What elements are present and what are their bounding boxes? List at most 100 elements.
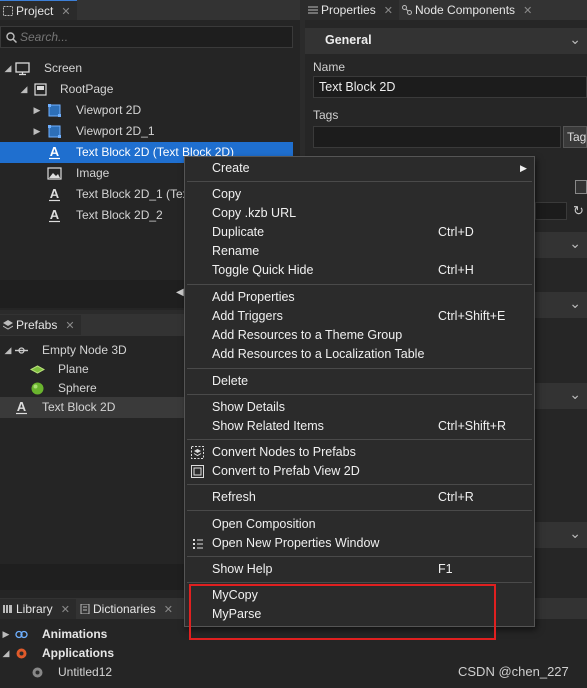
menu-item-label: Rename	[212, 244, 260, 258]
menu-item-delete[interactable]: Delete	[185, 372, 534, 391]
close-icon[interactable]: ✕	[384, 5, 393, 17]
menu-item-open-composition[interactable]: Open Composition	[185, 515, 534, 534]
library-item-label: Applications	[42, 646, 115, 660]
general-section-header[interactable]: General ⌄	[305, 28, 587, 54]
close-icon[interactable]: ✕	[61, 6, 70, 18]
menu-item-add-properties[interactable]: Add Properties	[185, 288, 534, 307]
expand-arrow-icon[interactable]: ◢	[3, 340, 13, 361]
library-icon	[3, 605, 12, 613]
menu-item-refresh[interactable]: Refresh Ctrl+R	[185, 488, 534, 507]
tab-properties-label: Properties	[321, 3, 376, 17]
properties-toggle-icon[interactable]	[575, 180, 587, 194]
menu-separator	[187, 284, 532, 285]
expand-arrow-icon[interactable]: ◢	[1, 643, 11, 664]
prefab-item-text-block-2d[interactable]: A Text Block 2D	[0, 397, 185, 418]
horizontal-scrollbar[interactable]	[0, 280, 184, 308]
menu-item-show-related-items[interactable]: Show Related Items Ctrl+Shift+R	[185, 417, 534, 436]
close-icon[interactable]: ✕	[164, 604, 173, 616]
chevron-down-icon[interactable]: ⌄	[569, 295, 581, 312]
menu-item-show-details[interactable]: Show Details	[185, 398, 534, 417]
menu-item-duplicate[interactable]: Duplicate Ctrl+D	[185, 223, 534, 242]
menu-item-label: Toggle Quick Hide	[212, 263, 314, 277]
menu-item-convert-to-prefab-view-2d[interactable]: Convert to Prefab View 2D	[185, 462, 534, 481]
tab-dictionaries-label: Dictionaries	[93, 602, 156, 616]
menu-item-open-new-properties-window[interactable]: Open New Properties Window	[185, 534, 534, 553]
tree-item-image[interactable]: Image	[0, 163, 185, 184]
prefab-item-sphere[interactable]: Sphere	[0, 378, 185, 399]
collapsed-section-3[interactable]: ⌄	[535, 383, 587, 409]
chevron-down-icon[interactable]: ⌄	[569, 31, 581, 48]
menu-item-shortcut: Ctrl+Shift+R	[438, 419, 507, 433]
menu-item-label: Add Triggers	[212, 309, 283, 323]
prefab-item-empty-node-3d[interactable]: ◢ Empty Node 3D	[0, 340, 185, 361]
prefab-item-label: Sphere	[58, 381, 97, 395]
tree-item-viewport-2d[interactable]: ▶ Viewport 2D	[0, 100, 293, 121]
page-icon	[34, 83, 47, 96]
collapsed-section-1[interactable]: ⌄	[535, 232, 587, 258]
tree-item-viewport-2d-1[interactable]: ▶ Viewport 2D_1	[0, 121, 293, 142]
expand-arrow-icon[interactable]: ▶	[1, 624, 11, 645]
close-icon[interactable]: ✕	[65, 320, 74, 332]
tags-label: Tags	[313, 108, 339, 122]
tree-item-text-block-2d-2[interactable]: A Text Block 2D_2	[0, 205, 185, 226]
menu-separator	[187, 394, 532, 395]
menu-item-copy[interactable]: Copy	[185, 185, 534, 204]
menu-item-convert-nodes-to-prefabs[interactable]: Convert Nodes to Prefabs	[185, 443, 534, 462]
prefabs-scrollbar[interactable]	[0, 564, 184, 590]
menu-item-label: Copy .kzb URL	[212, 206, 297, 220]
tree-item-label: Text Block 2D_2	[76, 208, 163, 222]
menu-item-label: Open Composition	[212, 517, 316, 531]
close-icon[interactable]: ✕	[61, 604, 70, 616]
menu-item-create[interactable]: Create ▶	[185, 159, 534, 178]
menu-item-show-help[interactable]: Show Help F1	[185, 560, 534, 579]
chevron-down-icon[interactable]: ⌄	[569, 525, 581, 542]
menu-item-add-triggers[interactable]: Add Triggers Ctrl+Shift+E	[185, 307, 534, 326]
menu-item-toggle-quick-hide[interactable]: Toggle Quick Hide Ctrl+H	[185, 261, 534, 280]
collapsed-section-4[interactable]: ⌄	[535, 522, 587, 548]
menu-item-add-resources-localization[interactable]: Add Resources to a Localization Table	[185, 345, 534, 364]
tab-properties[interactable]: Properties ✕	[305, 0, 399, 20]
search-input[interactable]	[20, 29, 280, 45]
tree-item-rootpage[interactable]: ◢ RootPage	[0, 79, 293, 100]
library-item-untitled12[interactable]: Untitled12	[0, 662, 300, 683]
svg-text:A: A	[50, 208, 60, 222]
text-icon: A	[49, 145, 60, 160]
viewport-icon	[48, 125, 61, 138]
prefab-item-plane[interactable]: Plane	[0, 359, 185, 380]
tab-node-components[interactable]: Node Components ✕	[399, 0, 538, 20]
menu-item-add-resources-theme[interactable]: Add Resources to a Theme Group	[185, 326, 534, 345]
applications-icon	[16, 648, 27, 659]
menu-separator	[187, 368, 532, 369]
menu-item-label: Delete	[212, 374, 249, 388]
scroll-left-icon[interactable]: ◀	[176, 287, 184, 298]
chevron-down-icon[interactable]: ⌄	[569, 235, 581, 252]
menu-separator	[187, 181, 532, 182]
tab-library[interactable]: Library ✕	[0, 599, 76, 619]
tab-dictionaries[interactable]: Dictionaries ✕	[77, 599, 179, 619]
tags-button[interactable]: Tag	[563, 126, 587, 148]
tab-project[interactable]: Project ✕	[0, 0, 77, 20]
menu-item-shortcut: Ctrl+D	[438, 225, 474, 239]
expand-arrow-icon[interactable]: ◢	[19, 79, 29, 100]
menu-item-label: Convert to Prefab View 2D	[212, 464, 360, 478]
library-item-applications[interactable]: ◢ Applications	[0, 643, 300, 664]
name-field[interactable]: Text Block 2D	[313, 76, 587, 98]
menu-item-copy-kzb-url[interactable]: Copy .kzb URL	[185, 204, 534, 223]
name-label: Name	[313, 60, 346, 74]
dropdown-field[interactable]	[535, 202, 567, 220]
search-box[interactable]	[0, 26, 293, 48]
menu-item-shortcut: F1	[438, 562, 453, 576]
expand-arrow-icon[interactable]: ▶	[32, 100, 42, 121]
tree-item-text-block-2d-1[interactable]: A Text Block 2D_1 (Tex	[0, 184, 185, 205]
menu-item-label: Show Details	[212, 400, 285, 414]
reset-icon[interactable]: ↻	[573, 203, 584, 219]
expand-arrow-icon[interactable]: ▶	[32, 121, 42, 142]
expand-arrow-icon[interactable]: ◢	[3, 58, 13, 79]
tags-field[interactable]	[313, 126, 561, 148]
collapsed-section-2[interactable]: ⌄	[535, 292, 587, 318]
chevron-down-icon[interactable]: ⌄	[569, 386, 581, 403]
tab-prefabs[interactable]: Prefabs ✕	[0, 315, 81, 335]
tree-item-screen[interactable]: ◢ Screen	[0, 58, 293, 79]
menu-item-rename[interactable]: Rename	[185, 242, 534, 261]
close-icon[interactable]: ✕	[523, 5, 532, 17]
